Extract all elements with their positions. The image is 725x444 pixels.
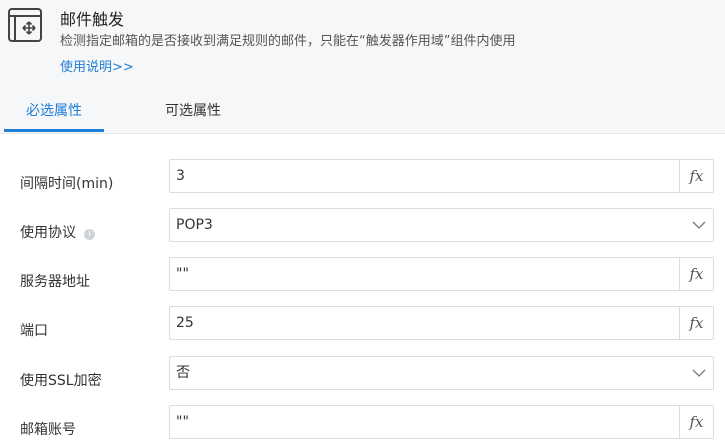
fx-expression-button[interactable]: fx xyxy=(679,307,713,339)
ssl-label: 使用SSL加密 xyxy=(20,373,102,389)
protocol-select[interactable]: POP3 xyxy=(169,208,714,242)
interval-field[interactable]: 3 fx xyxy=(169,159,714,193)
fx-expression-button[interactable]: fx xyxy=(679,160,713,192)
protocol-label: 使用协议 i xyxy=(20,222,95,242)
component-title: 邮件触发 xyxy=(60,10,125,29)
ssl-value: 否 xyxy=(176,365,190,381)
protocol-value: POP3 xyxy=(176,217,213,233)
email-account-field[interactable]: "" fx xyxy=(169,405,714,439)
email-trigger-icon xyxy=(8,8,42,42)
header-panel: 邮件触发 检测指定邮箱的是否接收到满足规则的邮件，只能在“触发器作用域”组件内使… xyxy=(0,0,725,134)
tab-optional-properties[interactable]: 可选属性 xyxy=(165,100,221,120)
help-link[interactable]: 使用说明>> xyxy=(60,56,134,75)
port-label: 端口 xyxy=(20,323,48,339)
chevron-down-icon xyxy=(692,369,706,377)
info-icon[interactable]: i xyxy=(84,229,95,240)
email-account-label: 邮箱账号 xyxy=(20,422,76,438)
component-description: 检测指定邮箱的是否接收到满足规则的邮件，只能在“触发器作用域”组件内使用 xyxy=(60,34,516,49)
tab-required-properties[interactable]: 必选属性 xyxy=(26,100,82,120)
port-value: 25 xyxy=(176,315,194,331)
server-address-label: 服务器地址 xyxy=(20,274,90,290)
fx-expression-button[interactable]: fx xyxy=(679,406,713,438)
active-tab-indicator xyxy=(4,129,104,132)
email-account-value: "" xyxy=(176,414,189,430)
protocol-label-text: 使用协议 xyxy=(20,225,76,241)
server-address-field[interactable]: "" fx xyxy=(169,257,714,291)
interval-label: 间隔时间(min) xyxy=(20,176,114,192)
ssl-select[interactable]: 否 xyxy=(169,356,714,390)
server-address-value: "" xyxy=(176,266,189,282)
interval-value: 3 xyxy=(176,168,185,184)
port-field[interactable]: 25 fx xyxy=(169,306,714,340)
fx-expression-button[interactable]: fx xyxy=(679,258,713,290)
chevron-down-icon xyxy=(692,221,706,229)
